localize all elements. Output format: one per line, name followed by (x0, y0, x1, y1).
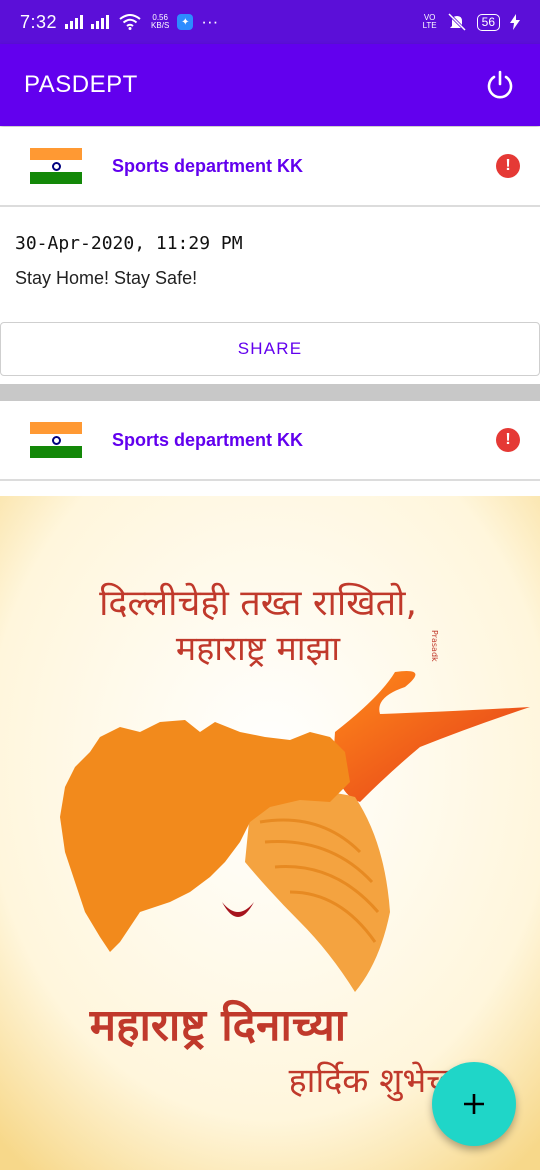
signal-icon (65, 15, 84, 29)
post-header[interactable]: Sports department KK ! (0, 401, 540, 481)
post-body: 30-Apr-2020, 11:29 PM Stay Home! Stay Sa… (0, 207, 540, 384)
india-flag-icon (30, 148, 82, 184)
volte-indicator: VO LTE (423, 14, 437, 30)
status-bar: 7:32 0.56 KB/S ✦ ··· VO LTE 56 (0, 0, 540, 44)
post-author[interactable]: Sports department KK (112, 156, 303, 177)
mute-icon (447, 13, 466, 31)
add-post-button[interactable] (432, 1062, 516, 1146)
poster-line-1: दिल्लीचेही तख्त राखितो, (99, 582, 417, 624)
post-timestamp: 30-Apr-2020, 11:29 PM (15, 233, 243, 254)
alert-icon[interactable]: ! (496, 154, 520, 178)
app-notification-icon: ✦ (177, 14, 194, 30)
alert-icon[interactable]: ! (496, 428, 520, 452)
status-time: 7:32 (20, 11, 58, 32)
net-speed-unit: KB/S (151, 21, 170, 30)
poster-line-2: महाराष्ट्र माझा (176, 629, 341, 669)
app-title: PASDEPT (24, 71, 138, 98)
post-message: Stay Home! Stay Safe! (15, 268, 198, 288)
net-speed: 0.56 KB/S (151, 14, 169, 30)
more-notifications-icon: ··· (201, 12, 219, 31)
power-icon[interactable] (484, 69, 516, 101)
india-flag-icon (30, 422, 82, 458)
battery-icon: 56 (476, 13, 500, 31)
charging-icon (510, 14, 520, 30)
poster-line-3: महाराष्ट्र दिनाच्या (89, 999, 348, 1051)
poster-watermark: Prasadk (430, 630, 439, 662)
share-button[interactable]: SHARE (0, 322, 540, 376)
post-header[interactable]: Sports department KK ! (0, 127, 540, 207)
plus-icon (464, 1094, 484, 1114)
app-bar: PASDEPT (0, 44, 540, 126)
post-divider (0, 384, 540, 401)
post-author[interactable]: Sports department KK (112, 430, 303, 451)
volte-bottom: LTE (422, 21, 437, 30)
signal-icon-2 (91, 15, 110, 29)
wifi-icon (119, 14, 141, 30)
